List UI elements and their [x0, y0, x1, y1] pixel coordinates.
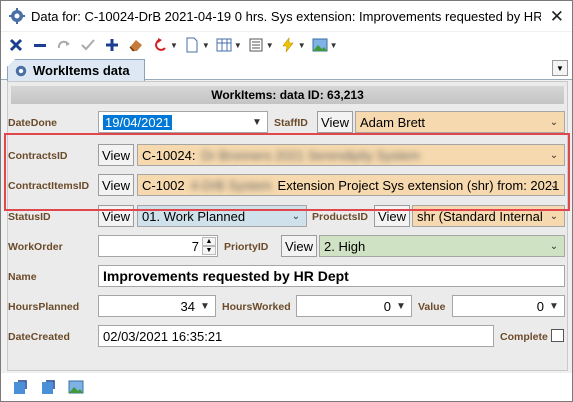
decrement-icon[interactable]: ▼: [202, 246, 216, 255]
work-order-value: 7: [191, 238, 199, 254]
data-window: Data for: C-10024-DrB 2021-04-19 0 hrs. …: [0, 0, 573, 402]
value-label: Value: [418, 301, 446, 313]
priority-select[interactable]: 2. High ⌄: [319, 235, 565, 257]
work-order-stepper[interactable]: 7 ▲ ▼: [98, 235, 218, 257]
minus-icon[interactable]: [29, 34, 51, 56]
contract-item-hidden-text: 4-DrB System: [190, 177, 272, 193]
chevron-down-icon[interactable]: ▼: [393, 298, 409, 314]
contract-item-prefix: C-1002: [142, 177, 185, 193]
redo-icon[interactable]: [53, 34, 75, 56]
chevron-down-icon[interactable]: ⌄: [546, 147, 562, 163]
chevron-down-icon[interactable]: ⌄: [288, 208, 304, 224]
chevron-down-icon[interactable]: ⌄: [546, 208, 562, 224]
date-done-field[interactable]: 19/04/2021 ▼: [98, 111, 268, 133]
chevron-down-icon[interactable]: ⌄: [546, 238, 562, 254]
contracts-id-label: ContractsID: [8, 150, 68, 162]
hours-planned-value: 34: [180, 298, 195, 314]
status-id-label: StatusID: [8, 211, 51, 223]
chevron-down-icon[interactable]: ⌄: [546, 114, 562, 130]
delete-x-icon[interactable]: [5, 34, 27, 56]
priority-view-button[interactable]: View: [281, 235, 317, 257]
image-icon[interactable]: [309, 34, 331, 56]
lightning-icon[interactable]: [277, 34, 299, 56]
contracts-view-button[interactable]: View: [98, 144, 134, 166]
priority-id-label: PriortyID: [224, 241, 269, 253]
undo-icon[interactable]: [149, 34, 171, 56]
products-id-label: ProductsID: [312, 211, 369, 223]
complete-checkbox[interactable]: [551, 329, 564, 342]
priority-value: 2. High: [324, 238, 366, 254]
product-value: shr (Standard Internal: [417, 208, 543, 224]
contract-items-view-button[interactable]: View: [98, 174, 134, 196]
table-icon[interactable]: [213, 34, 235, 56]
chevron-down-icon[interactable]: ▼: [330, 41, 338, 50]
name-field[interactable]: Improvements requested by HR Dept: [98, 265, 565, 287]
contract-items-id-label: ContractItemsID: [8, 180, 90, 192]
chevron-down-icon[interactable]: ▼: [170, 41, 178, 50]
app-gear-icon: [9, 8, 25, 24]
tab-workitems-data[interactable]: WorkItems data: [7, 59, 145, 81]
status-select[interactable]: 01. Work Planned ⌄: [137, 205, 307, 227]
products-view-button[interactable]: View: [374, 205, 410, 227]
eraser-icon[interactable]: [125, 34, 147, 56]
panel-header: WorkItems: data ID: 63,213: [11, 86, 564, 104]
picture-icon[interactable]: [65, 376, 87, 398]
status-value: 01. Work Planned: [142, 208, 246, 224]
work-order-label: WorkOrder: [8, 241, 63, 253]
contract-prefix: C-10024:: [142, 147, 196, 163]
bottom-toolbar: [1, 373, 572, 401]
window-title: Data for: C-10024-DrB 2021-04-19 0 hrs. …: [31, 8, 541, 24]
complete-label: Complete: [500, 331, 548, 343]
staff-id-label: StaffID: [274, 117, 308, 129]
workitems-panel: WorkItems: data ID: 63,213 DateDone 19/0…: [7, 81, 568, 371]
export-icon[interactable]: [9, 376, 31, 398]
status-view-button[interactable]: View: [98, 205, 134, 227]
staff-value: Adam Brett: [360, 114, 426, 130]
toolbar: ▼ ▼ ▼ ▼ ▼ ▼: [1, 32, 572, 58]
chevron-down-icon[interactable]: ▼: [266, 41, 274, 50]
document-icon[interactable]: [181, 34, 203, 56]
chevron-down-icon[interactable]: ▼: [234, 41, 242, 50]
tab-strip: WorkItems data ▼: [1, 58, 572, 81]
add-plus-icon[interactable]: [101, 34, 123, 56]
list-icon[interactable]: [245, 34, 267, 56]
contract-hidden-text: Dr Bronners 2021 Serendipity System: [201, 147, 420, 163]
title-bar: Data for: C-10024-DrB 2021-04-19 0 hrs. …: [1, 1, 572, 31]
increment-icon[interactable]: ▲: [202, 237, 216, 246]
contract-item-suffix: Extension Project Sys extension (shr) fr…: [277, 177, 560, 193]
copy-icon[interactable]: [37, 376, 59, 398]
date-done-label: DateDone: [8, 117, 58, 129]
value-value: 0: [536, 298, 544, 314]
chevron-down-icon[interactable]: ⌄: [546, 177, 562, 193]
staff-select[interactable]: Adam Brett ⌄: [355, 111, 565, 133]
chevron-down-icon[interactable]: ▼: [249, 114, 265, 130]
chevron-down-icon[interactable]: ▼: [202, 41, 210, 50]
hours-worked-field[interactable]: 0 ▼: [296, 295, 412, 317]
gear-icon: [15, 65, 27, 76]
tab-menu-chevron-icon[interactable]: ▼: [552, 60, 568, 76]
value-field[interactable]: 0 ▼: [452, 295, 565, 317]
contract-items-select[interactable]: C-1002 4-DrB System Extension Project Sy…: [137, 174, 565, 196]
name-label: Name: [8, 271, 37, 283]
hours-planned-label: HoursPlanned: [8, 301, 80, 313]
close-icon[interactable]: ✕: [550, 7, 564, 27]
chevron-down-icon[interactable]: ▼: [546, 298, 562, 314]
name-value: Improvements requested by HR Dept: [103, 268, 349, 284]
hours-worked-value: 0: [383, 298, 391, 314]
date-created-field[interactable]: 02/03/2021 16:35:21: [98, 325, 494, 347]
contracts-select[interactable]: C-10024: Dr Bronners 2021 Serendipity Sy…: [137, 144, 565, 166]
chevron-down-icon[interactable]: ▼: [298, 41, 306, 50]
tab-label: WorkItems data: [33, 63, 130, 78]
date-created-label: DateCreated: [8, 331, 70, 343]
date-created-value: 02/03/2021 16:35:21: [103, 328, 223, 344]
hours-planned-field[interactable]: 34 ▼: [98, 295, 216, 317]
date-done-value: 19/04/2021: [103, 114, 173, 130]
hours-worked-label: HoursWorked: [222, 301, 291, 313]
staff-view-button[interactable]: View: [317, 111, 353, 133]
check-icon[interactable]: [77, 34, 99, 56]
stepper-arrows[interactable]: ▲ ▼: [202, 237, 216, 255]
products-select[interactable]: shr (Standard Internal ⌄: [412, 205, 565, 227]
chevron-down-icon[interactable]: ▼: [197, 298, 213, 314]
